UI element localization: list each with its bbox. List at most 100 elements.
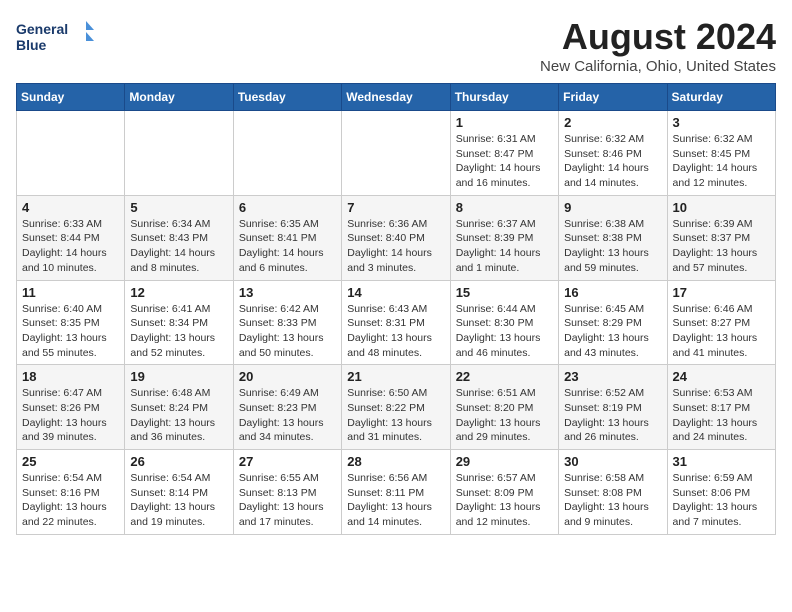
calendar-cell: 17 Sunrise: 6:46 AMSunset: 8:27 PMDaylig… (667, 280, 775, 365)
day-number: 30 (564, 454, 661, 469)
day-number: 24 (673, 369, 770, 384)
day-header-tuesday: Tuesday (233, 84, 341, 111)
week-row-4: 18 Sunrise: 6:47 AMSunset: 8:26 PMDaylig… (17, 365, 776, 450)
logo-svg: General Blue (16, 16, 96, 66)
calendar-cell (233, 111, 341, 196)
day-number: 13 (239, 285, 336, 300)
calendar-cell: 7 Sunrise: 6:36 AMSunset: 8:40 PMDayligh… (342, 195, 450, 280)
day-info: Sunrise: 6:32 AMSunset: 8:45 PMDaylight:… (673, 132, 770, 191)
day-number: 22 (456, 369, 553, 384)
day-info: Sunrise: 6:53 AMSunset: 8:17 PMDaylight:… (673, 386, 770, 445)
calendar-cell: 24 Sunrise: 6:53 AMSunset: 8:17 PMDaylig… (667, 365, 775, 450)
calendar-cell: 31 Sunrise: 6:59 AMSunset: 8:06 PMDaylig… (667, 450, 775, 535)
day-header-monday: Monday (125, 84, 233, 111)
day-number: 7 (347, 200, 444, 215)
day-info: Sunrise: 6:59 AMSunset: 8:06 PMDaylight:… (673, 471, 770, 530)
calendar-cell (125, 111, 233, 196)
day-number: 8 (456, 200, 553, 215)
calendar-cell: 8 Sunrise: 6:37 AMSunset: 8:39 PMDayligh… (450, 195, 558, 280)
day-info: Sunrise: 6:38 AMSunset: 8:38 PMDaylight:… (564, 217, 661, 276)
title-area: August 2024 New California, Ohio, United… (540, 16, 776, 75)
day-info: Sunrise: 6:47 AMSunset: 8:26 PMDaylight:… (22, 386, 119, 445)
day-number: 28 (347, 454, 444, 469)
week-row-2: 4 Sunrise: 6:33 AMSunset: 8:44 PMDayligh… (17, 195, 776, 280)
day-info: Sunrise: 6:41 AMSunset: 8:34 PMDaylight:… (130, 302, 227, 361)
page-subtitle: New California, Ohio, United States (540, 58, 776, 75)
calendar-cell: 21 Sunrise: 6:50 AMSunset: 8:22 PMDaylig… (342, 365, 450, 450)
day-number: 6 (239, 200, 336, 215)
calendar-table: SundayMondayTuesdayWednesdayThursdayFrid… (16, 83, 776, 535)
day-header-sunday: Sunday (17, 84, 125, 111)
day-number: 16 (564, 285, 661, 300)
calendar-cell: 18 Sunrise: 6:47 AMSunset: 8:26 PMDaylig… (17, 365, 125, 450)
day-number: 14 (347, 285, 444, 300)
day-info: Sunrise: 6:43 AMSunset: 8:31 PMDaylight:… (347, 302, 444, 361)
calendar-cell: 19 Sunrise: 6:48 AMSunset: 8:24 PMDaylig… (125, 365, 233, 450)
page-title: August 2024 (540, 16, 776, 58)
day-info: Sunrise: 6:56 AMSunset: 8:11 PMDaylight:… (347, 471, 444, 530)
svg-text:General: General (16, 21, 68, 37)
day-header-saturday: Saturday (667, 84, 775, 111)
calendar-cell: 3 Sunrise: 6:32 AMSunset: 8:45 PMDayligh… (667, 111, 775, 196)
day-number: 15 (456, 285, 553, 300)
day-number: 29 (456, 454, 553, 469)
day-info: Sunrise: 6:35 AMSunset: 8:41 PMDaylight:… (239, 217, 336, 276)
calendar-cell: 15 Sunrise: 6:44 AMSunset: 8:30 PMDaylig… (450, 280, 558, 365)
calendar-cell: 9 Sunrise: 6:38 AMSunset: 8:38 PMDayligh… (559, 195, 667, 280)
day-number: 12 (130, 285, 227, 300)
day-number: 26 (130, 454, 227, 469)
day-info: Sunrise: 6:54 AMSunset: 8:14 PMDaylight:… (130, 471, 227, 530)
day-info: Sunrise: 6:52 AMSunset: 8:19 PMDaylight:… (564, 386, 661, 445)
day-number: 3 (673, 115, 770, 130)
calendar-cell: 11 Sunrise: 6:40 AMSunset: 8:35 PMDaylig… (17, 280, 125, 365)
calendar-cell: 20 Sunrise: 6:49 AMSunset: 8:23 PMDaylig… (233, 365, 341, 450)
logo: General Blue (16, 16, 96, 66)
day-info: Sunrise: 6:54 AMSunset: 8:16 PMDaylight:… (22, 471, 119, 530)
day-info: Sunrise: 6:58 AMSunset: 8:08 PMDaylight:… (564, 471, 661, 530)
calendar-cell: 13 Sunrise: 6:42 AMSunset: 8:33 PMDaylig… (233, 280, 341, 365)
day-info: Sunrise: 6:36 AMSunset: 8:40 PMDaylight:… (347, 217, 444, 276)
day-info: Sunrise: 6:44 AMSunset: 8:30 PMDaylight:… (456, 302, 553, 361)
day-number: 19 (130, 369, 227, 384)
day-number: 20 (239, 369, 336, 384)
calendar-cell: 10 Sunrise: 6:39 AMSunset: 8:37 PMDaylig… (667, 195, 775, 280)
day-number: 4 (22, 200, 119, 215)
calendar-cell: 4 Sunrise: 6:33 AMSunset: 8:44 PMDayligh… (17, 195, 125, 280)
calendar-cell (342, 111, 450, 196)
day-number: 25 (22, 454, 119, 469)
day-number: 31 (673, 454, 770, 469)
day-number: 18 (22, 369, 119, 384)
day-info: Sunrise: 6:39 AMSunset: 8:37 PMDaylight:… (673, 217, 770, 276)
calendar-cell: 26 Sunrise: 6:54 AMSunset: 8:14 PMDaylig… (125, 450, 233, 535)
day-number: 11 (22, 285, 119, 300)
day-number: 9 (564, 200, 661, 215)
day-info: Sunrise: 6:48 AMSunset: 8:24 PMDaylight:… (130, 386, 227, 445)
page-header: General Blue August 2024 New California,… (16, 16, 776, 75)
day-info: Sunrise: 6:57 AMSunset: 8:09 PMDaylight:… (456, 471, 553, 530)
calendar-cell: 27 Sunrise: 6:55 AMSunset: 8:13 PMDaylig… (233, 450, 341, 535)
calendar-cell: 1 Sunrise: 6:31 AMSunset: 8:47 PMDayligh… (450, 111, 558, 196)
day-info: Sunrise: 6:32 AMSunset: 8:46 PMDaylight:… (564, 132, 661, 191)
day-number: 1 (456, 115, 553, 130)
week-row-5: 25 Sunrise: 6:54 AMSunset: 8:16 PMDaylig… (17, 450, 776, 535)
calendar-cell: 14 Sunrise: 6:43 AMSunset: 8:31 PMDaylig… (342, 280, 450, 365)
day-number: 10 (673, 200, 770, 215)
svg-text:Blue: Blue (16, 37, 47, 53)
calendar-cell: 30 Sunrise: 6:58 AMSunset: 8:08 PMDaylig… (559, 450, 667, 535)
day-info: Sunrise: 6:45 AMSunset: 8:29 PMDaylight:… (564, 302, 661, 361)
day-number: 21 (347, 369, 444, 384)
day-info: Sunrise: 6:50 AMSunset: 8:22 PMDaylight:… (347, 386, 444, 445)
day-info: Sunrise: 6:49 AMSunset: 8:23 PMDaylight:… (239, 386, 336, 445)
day-number: 23 (564, 369, 661, 384)
day-header-wednesday: Wednesday (342, 84, 450, 111)
day-header-thursday: Thursday (450, 84, 558, 111)
week-row-1: 1 Sunrise: 6:31 AMSunset: 8:47 PMDayligh… (17, 111, 776, 196)
calendar-cell: 16 Sunrise: 6:45 AMSunset: 8:29 PMDaylig… (559, 280, 667, 365)
day-header-friday: Friday (559, 84, 667, 111)
day-number: 5 (130, 200, 227, 215)
day-info: Sunrise: 6:37 AMSunset: 8:39 PMDaylight:… (456, 217, 553, 276)
calendar-cell: 5 Sunrise: 6:34 AMSunset: 8:43 PMDayligh… (125, 195, 233, 280)
day-info: Sunrise: 6:34 AMSunset: 8:43 PMDaylight:… (130, 217, 227, 276)
day-info: Sunrise: 6:31 AMSunset: 8:47 PMDaylight:… (456, 132, 553, 191)
day-number: 17 (673, 285, 770, 300)
